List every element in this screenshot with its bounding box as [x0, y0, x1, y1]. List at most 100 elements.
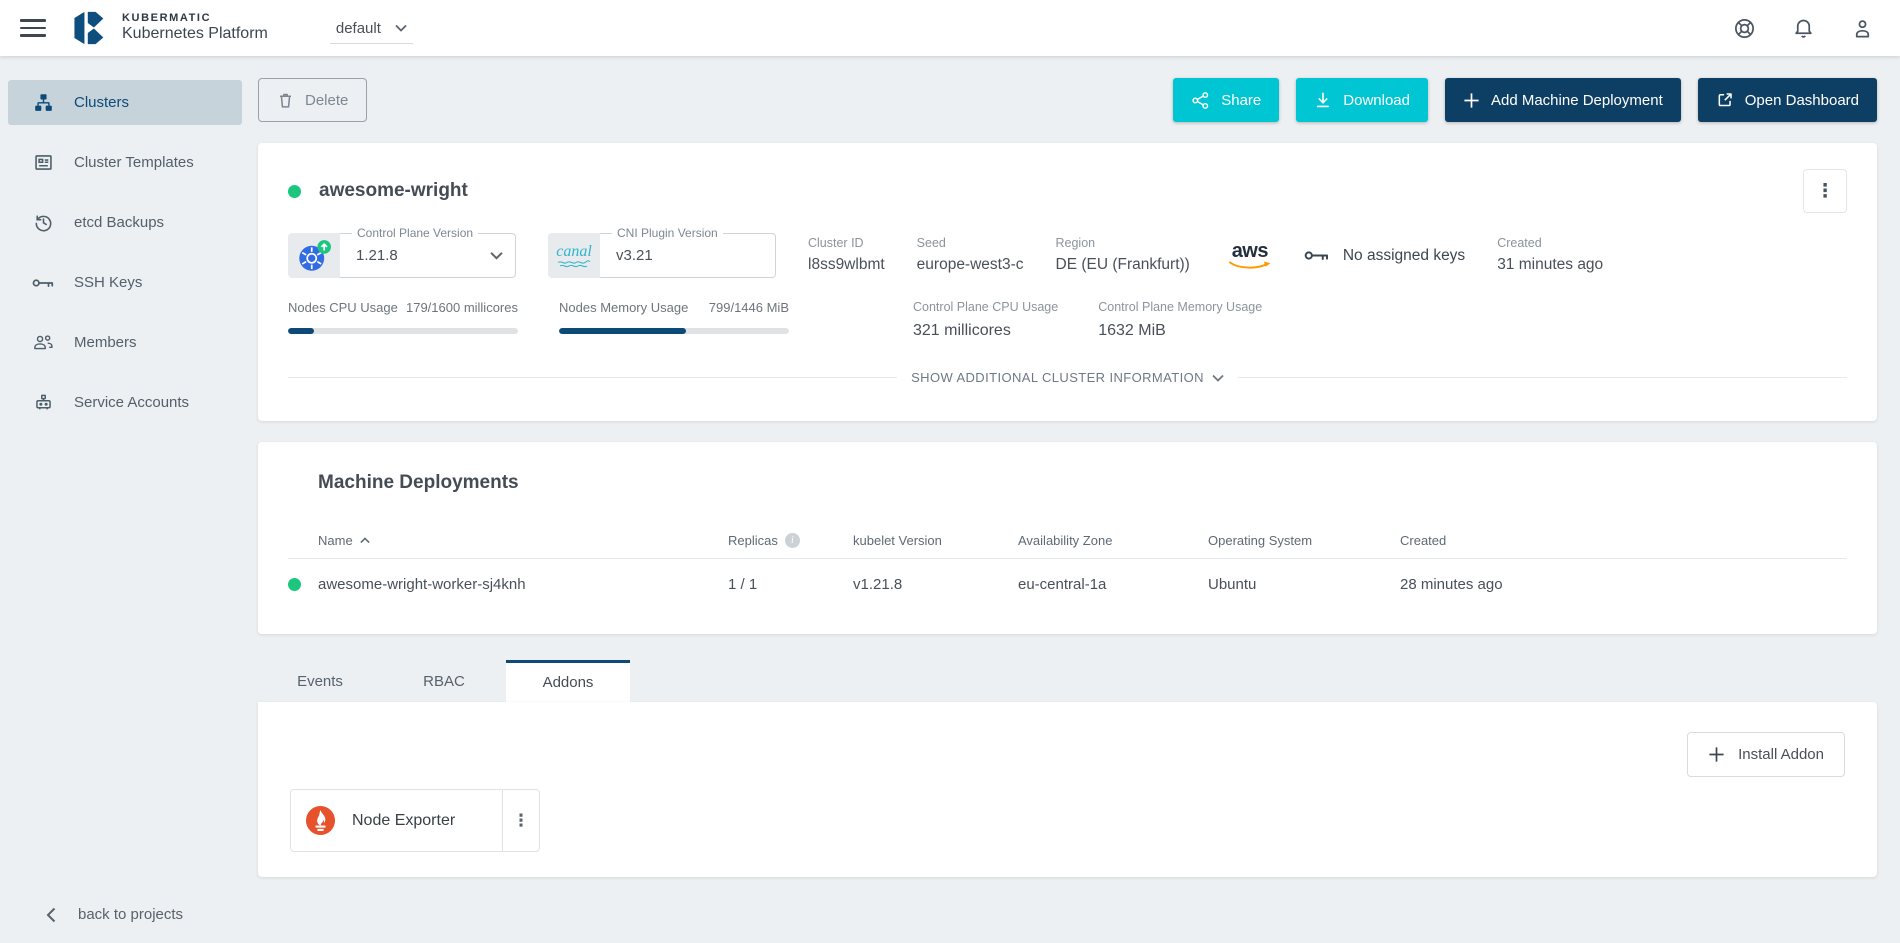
aws-logo-text: aws: [1232, 241, 1268, 261]
addons-panel: Install Addon Node Exporter ⋮: [258, 702, 1877, 877]
cluster-actions-menu-icon[interactable]: ⋮: [1803, 169, 1847, 213]
show-more-label: SHOW ADDITIONAL CLUSTER INFORMATION: [911, 370, 1204, 385]
deployment-operating-system: Ubuntu: [1208, 576, 1400, 593]
aws-provider-icon: aws: [1228, 241, 1272, 271]
back-to-projects-link[interactable]: back to projects: [46, 906, 183, 923]
seed-label: Seed: [917, 236, 1024, 251]
nodes-memory-usage: Nodes Memory Usage 799/1446 MiB: [559, 300, 789, 340]
share-button[interactable]: Share: [1173, 78, 1279, 122]
nodes-memory-label: Nodes Memory Usage: [559, 300, 688, 315]
tab-addons[interactable]: Addons: [506, 660, 630, 702]
cluster-card: awesome-wright ⋮: [258, 143, 1877, 421]
clusters-icon: [32, 92, 54, 113]
deployment-name: awesome-wright-worker-sj4knh: [318, 576, 526, 593]
brand: KUBERMATIC Kubernetes Platform: [122, 12, 268, 43]
cluster-id-label: Cluster ID: [808, 236, 885, 251]
chevron-down-icon: [395, 24, 407, 32]
deployment-kubelet-version: v1.21.8: [853, 576, 1018, 593]
project-selector[interactable]: default: [330, 13, 413, 44]
nodes-memory-progressbar: [559, 328, 789, 334]
trash-icon: [277, 91, 294, 110]
canal-logo-text: canal: [556, 244, 592, 260]
sidebar-item-label: etcd Backups: [74, 214, 164, 231]
addon-menu-icon[interactable]: ⋮: [502, 790, 539, 851]
cluster-tabs: Events RBAC Addons: [258, 660, 1877, 702]
download-button[interactable]: Download: [1296, 78, 1428, 122]
region-value: DE (EU (Frankfurt)): [1056, 256, 1190, 275]
cp-cpu-label: Control Plane CPU Usage: [913, 300, 1058, 315]
sidebar-item-members[interactable]: Members: [8, 320, 242, 365]
download-icon: [1314, 91, 1332, 109]
kubernetes-icon: [288, 233, 340, 278]
app-header: KUBERMATIC Kubernetes Platform default: [0, 0, 1900, 56]
cni-plugin-version-value: v3.21: [616, 247, 653, 264]
control-plane-memory-usage: Control Plane Memory Usage 1632 MiB: [1098, 300, 1262, 340]
user-icon[interactable]: [1851, 17, 1874, 40]
column-name[interactable]: Name: [288, 533, 728, 548]
tab-rbac[interactable]: RBAC: [382, 660, 506, 702]
chevron-down-icon: [1212, 374, 1224, 382]
plus-icon: [1463, 92, 1480, 109]
cp-cpu-value: 321 millicores: [913, 321, 1058, 340]
sort-asc-icon: [360, 537, 370, 544]
created-value: 31 minutes ago: [1497, 256, 1603, 275]
add-machine-deployment-button[interactable]: Add Machine Deployment: [1445, 78, 1681, 122]
control-plane-version-label: Control Plane Version: [352, 226, 478, 240]
info-icon[interactable]: i: [785, 533, 800, 548]
sidebar-item-label: Clusters: [74, 94, 129, 111]
machine-deployments-header-row: Name Replicas i kubelet Version Availabi…: [288, 522, 1847, 558]
created-label: Created: [1497, 236, 1603, 251]
cluster-id-value: l8ss9wlbmt: [808, 256, 885, 275]
cni-plugin-version-label: CNI Plugin Version: [612, 226, 723, 240]
tab-events[interactable]: Events: [258, 660, 382, 702]
created-field: Created 31 minutes ago: [1497, 236, 1603, 275]
column-created: Created: [1400, 533, 1847, 548]
control-plane-cpu-usage: Control Plane CPU Usage 321 millicores: [913, 300, 1058, 340]
addon-name: Node Exporter: [352, 812, 455, 830]
column-kubelet-version: kubelet Version: [853, 533, 1018, 548]
nodes-cpu-usage: Nodes CPU Usage 179/1600 millicores: [288, 300, 518, 340]
etcd-backups-icon: [32, 212, 54, 233]
delete-button-label: Delete: [305, 92, 348, 109]
addon-card-node-exporter: Node Exporter ⋮: [290, 789, 540, 852]
notifications-icon[interactable]: [1792, 17, 1815, 40]
ssh-keys-icon: [32, 277, 54, 289]
sidebar-item-service-accounts[interactable]: Service Accounts: [8, 380, 242, 425]
chevron-down-icon[interactable]: [490, 251, 503, 260]
menu-icon[interactable]: [20, 15, 46, 41]
ssh-keys-value: No assigned keys: [1343, 247, 1465, 265]
region-field: Region DE (EU (Frankfurt)): [1056, 236, 1190, 275]
delete-button[interactable]: Delete: [258, 78, 367, 122]
cluster-toolbar: Delete Share: [258, 78, 1877, 122]
chevron-left-icon: [46, 907, 56, 923]
machine-deployments-title: Machine Deployments: [318, 472, 1847, 494]
sidebar-item-etcd-backups[interactable]: etcd Backups: [8, 200, 242, 245]
sidebar-item-label: SSH Keys: [74, 274, 142, 291]
column-operating-system: Operating System: [1208, 533, 1400, 548]
sidebar-item-ssh-keys[interactable]: SSH Keys: [8, 260, 242, 305]
kubermatic-logo-icon: [70, 8, 110, 48]
control-plane-version-value: 1.21.8: [356, 247, 398, 264]
install-addon-button[interactable]: Install Addon: [1687, 732, 1845, 777]
sidebar-item-cluster-templates[interactable]: Cluster Templates: [8, 140, 242, 185]
show-additional-cluster-information[interactable]: SHOW ADDITIONAL CLUSTER INFORMATION: [288, 370, 1847, 385]
seed-field: Seed europe-west3-c: [917, 236, 1024, 275]
cluster-id-field: Cluster ID l8ss9wlbmt: [808, 236, 885, 275]
control-plane-version-select[interactable]: Control Plane Version 1.21.8: [288, 233, 516, 278]
open-dashboard-button[interactable]: Open Dashboard: [1698, 78, 1877, 122]
sidebar-item-clusters[interactable]: Clusters: [8, 80, 242, 125]
sidebar-item-label: Service Accounts: [74, 394, 189, 411]
help-icon[interactable]: [1733, 17, 1756, 40]
nodes-cpu-label: Nodes CPU Usage: [288, 300, 398, 315]
main-content: Delete Share: [250, 56, 1900, 943]
region-label: Region: [1056, 236, 1190, 251]
deployment-availability-zone: eu-central-1a: [1018, 576, 1208, 593]
nodes-cpu-value: 179/1600 millicores: [406, 300, 518, 315]
cp-memory-label: Control Plane Memory Usage: [1098, 300, 1262, 315]
key-icon: [1304, 249, 1329, 262]
cluster-status-dot: [288, 185, 301, 198]
service-accounts-icon: [32, 392, 54, 413]
canal-logo-icon: canal: [548, 233, 600, 278]
seed-value: europe-west3-c: [917, 256, 1024, 275]
machine-deployment-row[interactable]: awesome-wright-worker-sj4knh 1 / 1 v1.21…: [288, 558, 1847, 610]
